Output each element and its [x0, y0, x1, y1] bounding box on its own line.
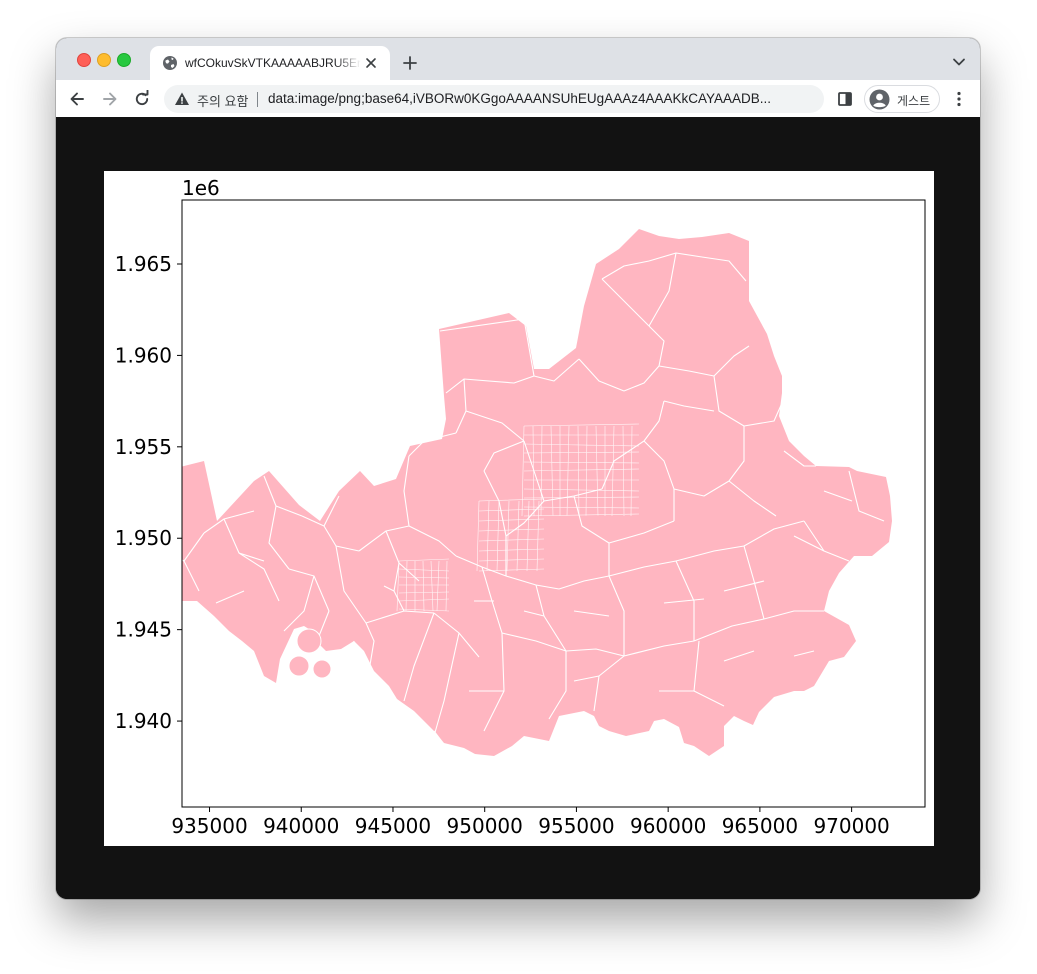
tab-title: wfCOkuvSkVTKAAAAABJRU5ErkJggg== — [185, 56, 361, 70]
tab-strip: wfCOkuvSkVTKAAAAABJRU5ErkJggg== — [56, 38, 980, 80]
warning-icon[interactable] — [174, 91, 190, 107]
district-map-chart: 935000 940000 945000 950000 955000 960000 9650… — [115, 176, 926, 838]
kebab-menu-icon[interactable] — [950, 90, 968, 108]
globe-icon — [163, 56, 177, 70]
plus-icon[interactable] — [402, 55, 418, 71]
y-tick-label: 1.965 — [115, 252, 172, 276]
x-tick-label: 950000 — [447, 814, 523, 838]
y-tick-label: 1.950 — [115, 526, 172, 550]
x-tick-label: 960000 — [630, 814, 706, 838]
map-layer — [182, 229, 892, 756]
x-tick-label: 945000 — [355, 814, 431, 838]
district-island — [312, 659, 332, 679]
minimize-window-button[interactable] — [97, 53, 111, 67]
browser-window: wfCOkuvSkVTKAAAAABJRU5ErkJggg== — [56, 38, 980, 899]
map-silhouette — [182, 229, 892, 756]
close-icon[interactable] — [365, 57, 377, 69]
plot-image: 935000 940000 945000 950000 955000 960000 9650… — [104, 171, 934, 846]
zoom-window-button[interactable] — [117, 53, 131, 67]
x-tick-label: 955000 — [538, 814, 614, 838]
x-tick-label: 965000 — [722, 814, 798, 838]
profile-button[interactable]: 게스트 — [864, 85, 940, 113]
district-island — [288, 655, 310, 677]
security-warning-label[interactable]: 주의 요함 — [197, 91, 248, 110]
profile-avatar-icon — [869, 89, 890, 110]
x-tick-label: 935000 — [171, 814, 247, 838]
close-window-button[interactable] — [77, 53, 91, 67]
y-tick-label: 1.955 — [115, 435, 172, 459]
page-content: 935000 940000 945000 950000 955000 960000 9650… — [56, 117, 980, 899]
y-tick-label: 1.945 — [115, 618, 172, 642]
x-tick-label: 970000 — [813, 814, 889, 838]
district-boundary — [343, 640, 355, 690]
y-axis-offset-text: 1e6 — [182, 176, 220, 200]
tab-active[interactable]: wfCOkuvSkVTKAAAAABJRU5ErkJggg== — [150, 46, 390, 80]
back-arrow-icon[interactable] — [68, 90, 86, 108]
x-tick-label: 940000 — [263, 814, 339, 838]
y-tick-label: 1.960 — [115, 343, 172, 367]
browser-toolbar: 주의 요함 data:image/png;base64,iVBORw0KGgoA… — [56, 80, 980, 118]
address-bar[interactable]: 주의 요함 data:image/png;base64,iVBORw0KGgoA… — [164, 85, 824, 113]
profile-label: 게스트 — [897, 94, 931, 108]
chevron-down-icon[interactable] — [952, 57, 966, 67]
url-text[interactable]: data:image/png;base64,iVBORw0KGgoAAAANSU… — [268, 91, 813, 106]
side-panel-icon[interactable] — [836, 90, 854, 108]
district-island — [296, 628, 322, 654]
reload-icon[interactable] — [133, 90, 151, 108]
forward-arrow-icon[interactable] — [101, 90, 119, 108]
omnibox-separator — [257, 92, 258, 107]
y-tick-label: 1.940 — [115, 709, 172, 733]
